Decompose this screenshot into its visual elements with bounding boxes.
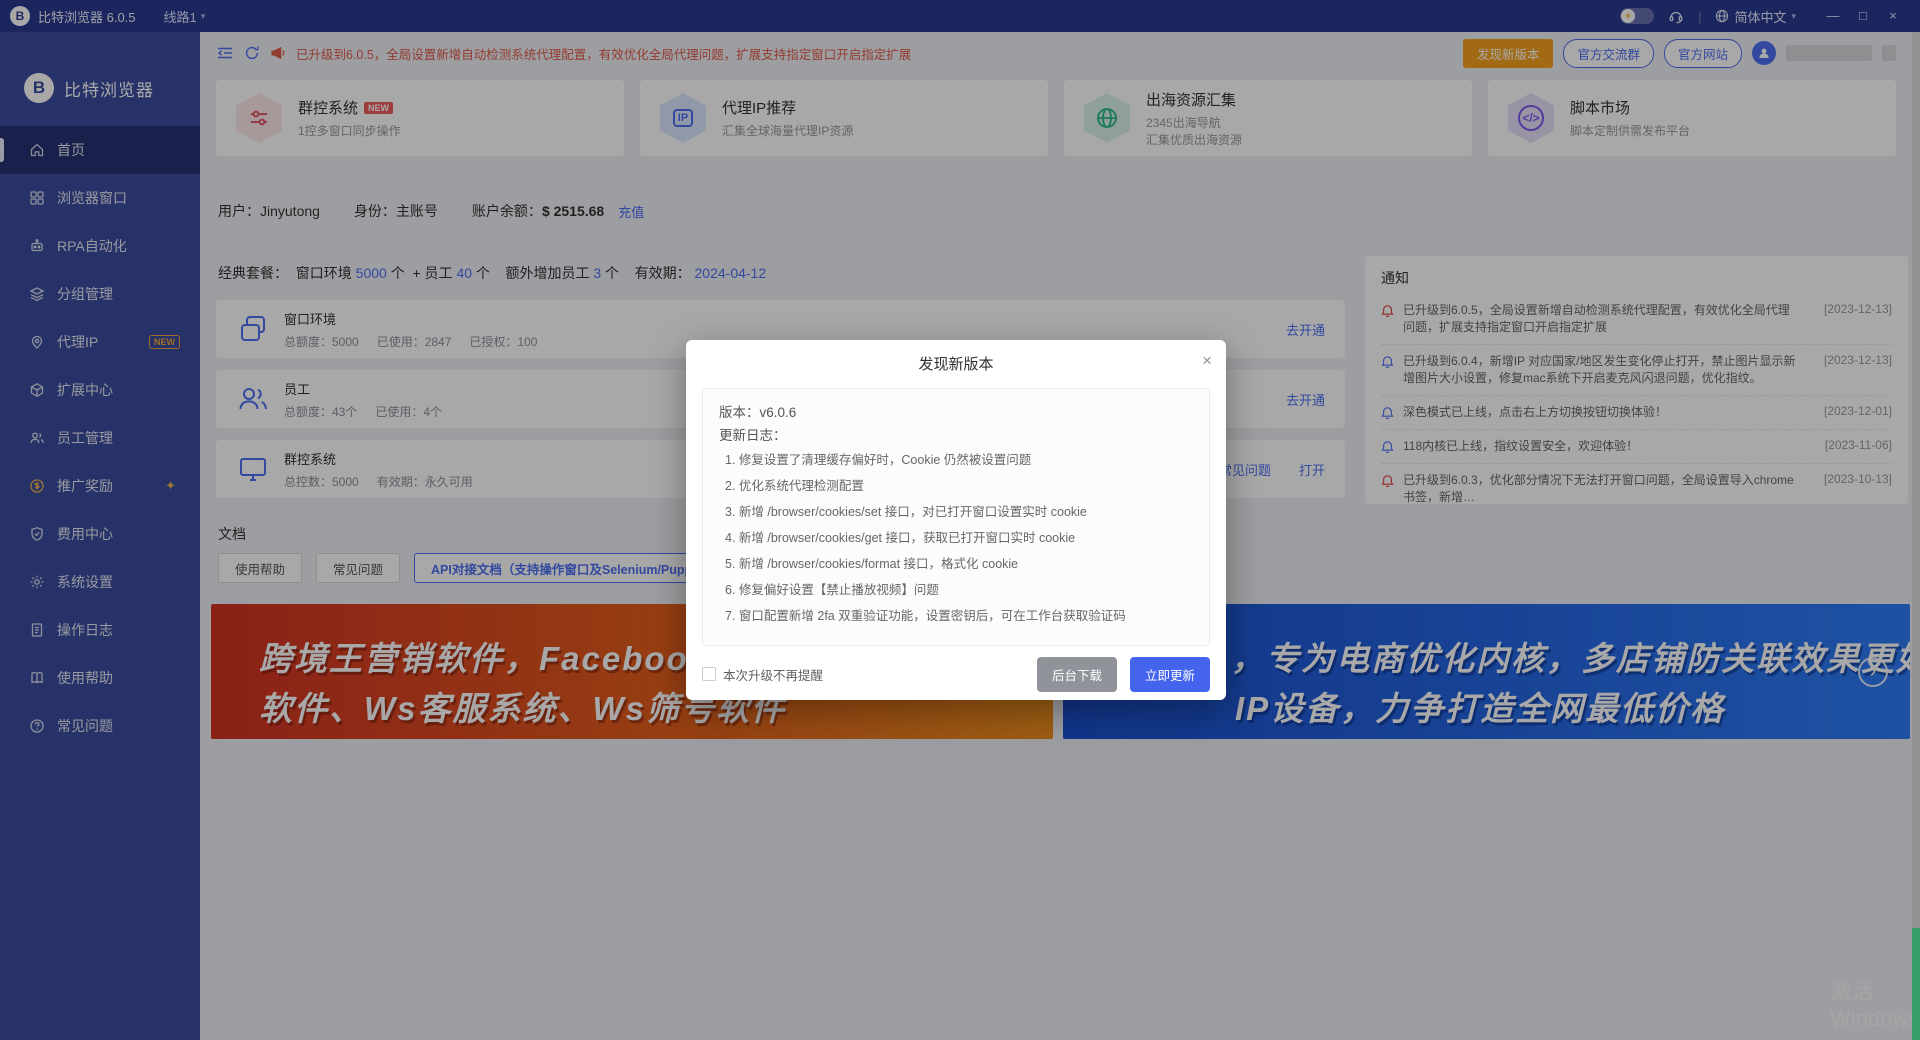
checkbox-icon[interactable] xyxy=(702,667,716,681)
new-version-modal: 发现新版本 × 版本：v6.0.6 更新日志： 1. 修复设置了清理缓存偏好时，… xyxy=(686,340,1226,700)
skip-upgrade-checkbox[interactable]: 本次升级不再提醒 xyxy=(702,665,823,684)
changelog-item: 5. 新增 /browser/cookies/format 接口，格式化 coo… xyxy=(719,551,1193,577)
modal-footer: 本次升级不再提醒 后台下载 立即更新 xyxy=(686,648,1226,700)
changelog-item: 4. 新增 /browser/cookies/get 接口，获取已打开窗口实时 … xyxy=(719,525,1193,551)
changelog-item: 2. 优化系统代理检测配置 xyxy=(719,473,1193,499)
download-background-button[interactable]: 后台下载 xyxy=(1037,657,1117,692)
modal-title: 发现新版本 xyxy=(918,353,993,374)
app-window: B 比特浏览器 6.0.5 线路1 ▾ ☀ | 简体中文 ▾ — xyxy=(0,0,1920,1040)
modal-header: 发现新版本 × xyxy=(686,340,1226,386)
checkbox-label: 本次升级不再提醒 xyxy=(723,665,823,684)
update-now-button[interactable]: 立即更新 xyxy=(1130,657,1210,692)
changelog-label: 更新日志： xyxy=(719,424,1193,447)
changelog-box: 版本：v6.0.6 更新日志： 1. 修复设置了清理缓存偏好时，Cookie 仍… xyxy=(702,388,1210,646)
changelog-item: 7. 窗口配置新增 2fa 双重验证功能，设置密钥后，可在工作台获取验证码 xyxy=(719,603,1193,629)
close-icon[interactable]: × xyxy=(1202,352,1212,369)
changelog-item: 1. 修复设置了清理缓存偏好时，Cookie 仍然被设置问题 xyxy=(719,447,1193,473)
changelog-item: 3. 新增 /browser/cookies/set 接口，对已打开窗口设置实时… xyxy=(719,499,1193,525)
version-text: 版本：v6.0.6 xyxy=(719,401,1193,424)
changelog-item: 6. 修复偏好设置【禁止播放视频】问题 xyxy=(719,577,1193,603)
